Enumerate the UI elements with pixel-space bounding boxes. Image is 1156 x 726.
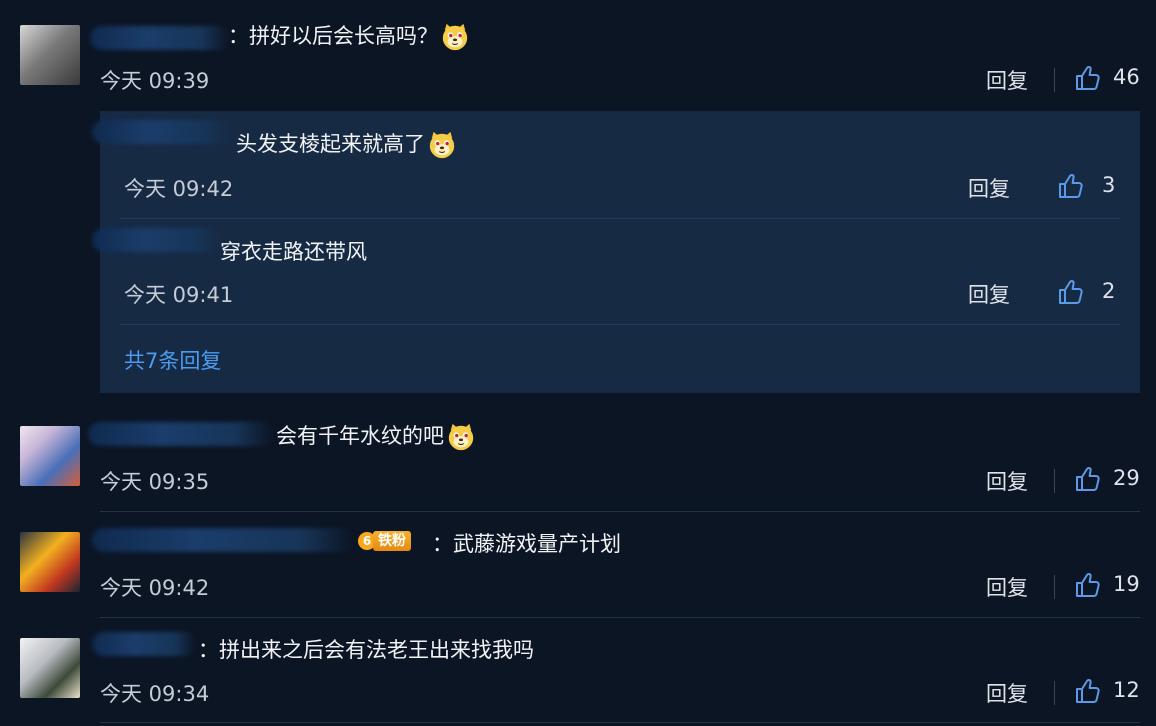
badge-label: 铁粉 [373,531,411,551]
like-count: 19 [1113,572,1140,596]
reply-button[interactable]: 回复 [986,65,1028,95]
reply-button[interactable]: 回复 [986,572,1028,602]
avatar[interactable] [20,25,80,85]
reply-text-row: 头发支棱起来就高了 [236,128,457,160]
like-count: 29 [1113,466,1140,490]
divider [1054,681,1055,705]
divider [120,324,1120,325]
username-blurred[interactable] [92,528,354,552]
avatar[interactable] [20,426,80,486]
thumbs-up-icon[interactable] [1057,278,1085,306]
divider [1054,68,1055,92]
thumbs-up-icon[interactable] [1057,172,1085,200]
comment-text: ：武藤游戏量产计划 [432,532,621,556]
avatar[interactable] [20,532,80,592]
view-more-replies-link[interactable]: 共7条回复 [124,345,221,375]
username-blurred[interactable] [92,632,196,656]
doge-emoji-icon [446,422,476,452]
thumbs-up-icon[interactable] [1074,465,1102,493]
fan-level-badge: 6 铁粉 [358,529,411,553]
divider [100,722,1140,723]
avatar[interactable] [20,638,80,698]
username-blurred[interactable] [88,422,273,446]
thumbs-up-icon[interactable] [1074,677,1102,705]
reply-button[interactable]: 回复 [986,678,1028,708]
comment-text-row: 会有千年水纹的吧 [276,420,476,452]
thumbs-up-icon[interactable] [1074,571,1102,599]
doge-emoji-icon [427,130,457,160]
like-count: 2 [1102,279,1116,303]
username-blurred[interactable] [90,26,230,50]
like-count: 12 [1113,678,1140,702]
divider [100,617,1140,618]
doge-emoji-icon [440,22,470,52]
comment-text: ：拼出来之后会有法老王出来找我吗 [198,638,534,662]
username-blurred[interactable] [92,120,232,144]
like-count: 3 [1102,173,1116,197]
comment-time: 今天 09:42 [100,576,210,600]
divider [1054,575,1055,599]
thumbs-up-icon[interactable] [1074,64,1102,92]
comment-time: 今天 09:35 [100,470,210,494]
comment-text: 会有千年水纹的吧 [276,424,444,448]
reply-button[interactable]: 回复 [968,279,1010,309]
username-blurred[interactable] [92,228,222,252]
divider [120,218,1120,219]
divider [1054,469,1055,493]
reply-button[interactable]: 回复 [968,173,1010,203]
comment-time: 今天 09:34 [100,682,210,706]
like-count: 46 [1113,65,1140,89]
comment-text: ：拼好以后会长高吗？ [228,24,438,48]
reply-text: 穿衣走路还带风 [220,240,367,264]
reply-button[interactable]: 回复 [986,466,1028,496]
reply-text: 头发支棱起来就高了 [236,132,425,156]
comment-text-row: ：拼好以后会长高吗？ [228,20,470,52]
divider [100,511,1140,512]
reply-time: 今天 09:41 [124,283,234,307]
comment-time: 今天 09:39 [100,69,210,93]
reply-time: 今天 09:42 [124,177,234,201]
